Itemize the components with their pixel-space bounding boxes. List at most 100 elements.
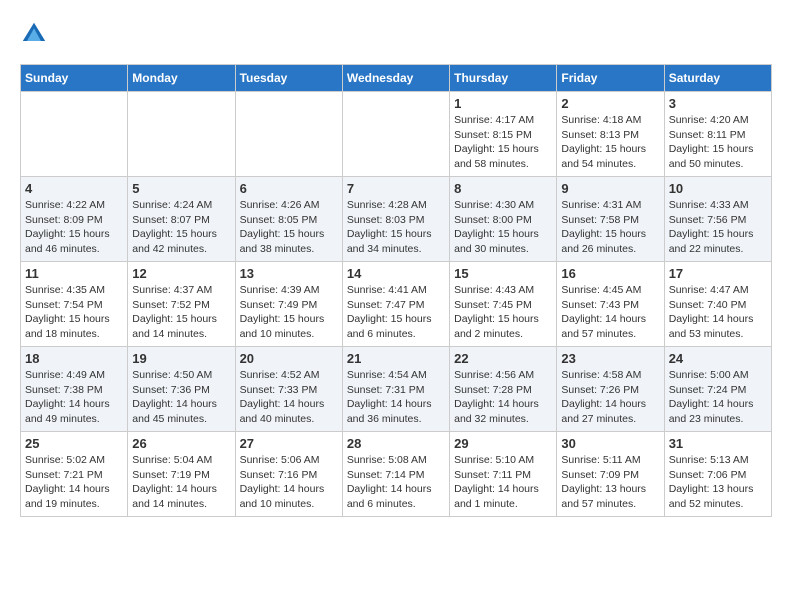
day-number: 23: [561, 351, 659, 366]
day-number: 10: [669, 181, 767, 196]
day-info: Sunrise: 5:11 AM Sunset: 7:09 PM Dayligh…: [561, 453, 659, 512]
calendar-cell: 18Sunrise: 4:49 AM Sunset: 7:38 PM Dayli…: [21, 347, 128, 432]
day-number: 22: [454, 351, 552, 366]
calendar-cell: 21 Sunrise: 4:54 AM Sunset: 7:31 PM Dayli…: [342, 347, 449, 432]
day-info: Sunrise: 4:52 AM Sunset: 7:33 PM Dayligh…: [240, 368, 338, 427]
weekday-header-monday: Monday: [128, 65, 235, 92]
calendar-cell: 29 Sunrise: 5:10 AM Sunset: 7:11 PM Dayli…: [450, 432, 557, 517]
day-number: 3: [669, 96, 767, 111]
day-info: Sunrise: 4:17 AM Sunset: 8:15 PM Dayligh…: [454, 113, 552, 172]
calendar-cell: 6 Sunrise: 4:26 AM Sunset: 8:05 PM Daylig…: [235, 177, 342, 262]
calendar-cell: 5Sunrise: 4:24 AM Sunset: 8:07 PM Daylig…: [128, 177, 235, 262]
day-number: 26: [132, 436, 230, 451]
calendar-cell: 4 Sunrise: 4:22 AM Sunset: 8:09 PM Daylig…: [21, 177, 128, 262]
day-info: Sunrise: 4:20 AM Sunset: 8:11 PM Dayligh…: [669, 113, 767, 172]
weekday-header-wednesday: Wednesday: [342, 65, 449, 92]
day-info: Sunrise: 4:35 AM Sunset: 7:54 PM Dayligh…: [25, 283, 123, 342]
day-info: Sunrise: 5:00 AM Sunset: 7:24 PM Dayligh…: [669, 368, 767, 427]
day-info: Sunrise: 5:13 AM Sunset: 7:06 PM Dayligh…: [669, 453, 767, 512]
page-header: [20, 20, 772, 48]
day-info: Sunrise: 4:43 AM Sunset: 7:45 PM Dayligh…: [454, 283, 552, 342]
day-number: 28: [347, 436, 445, 451]
calendar-cell: 14 Sunrise: 4:41 AM Sunset: 7:47 PM Dayli…: [342, 262, 449, 347]
day-number: 21: [347, 351, 445, 366]
day-info: Sunrise: 5:10 AM Sunset: 7:11 PM Dayligh…: [454, 453, 552, 512]
calendar-cell: 17Sunrise: 4:47 AM Sunset: 7:40 PM Dayli…: [664, 262, 771, 347]
calendar-cell: 28 Sunrise: 5:08 AM Sunset: 7:14 PM Dayli…: [342, 432, 449, 517]
calendar-week-1: 1 Sunrise: 4:17 AM Sunset: 8:15 PM Daylig…: [21, 92, 772, 177]
day-info: Sunrise: 4:56 AM Sunset: 7:28 PM Dayligh…: [454, 368, 552, 427]
day-number: 4: [25, 181, 123, 196]
calendar-cell: 2 Sunrise: 4:18 AM Sunset: 8:13 PM Daylig…: [557, 92, 664, 177]
day-info: Sunrise: 4:45 AM Sunset: 7:43 PM Dayligh…: [561, 283, 659, 342]
day-number: 12: [132, 266, 230, 281]
weekday-header-row: SundayMondayTuesdayWednesdayThursdayFrid…: [21, 65, 772, 92]
calendar-cell: [342, 92, 449, 177]
day-number: 15: [454, 266, 552, 281]
day-number: 29: [454, 436, 552, 451]
day-info: Sunrise: 4:18 AM Sunset: 8:13 PM Dayligh…: [561, 113, 659, 172]
logo: [20, 20, 52, 48]
day-number: 14: [347, 266, 445, 281]
day-info: Sunrise: 5:06 AM Sunset: 7:16 PM Dayligh…: [240, 453, 338, 512]
day-number: 27: [240, 436, 338, 451]
day-number: 8: [454, 181, 552, 196]
calendar-cell: [128, 92, 235, 177]
calendar-cell: 16 Sunrise: 4:45 AM Sunset: 7:43 PM Dayli…: [557, 262, 664, 347]
calendar-cell: 7Sunrise: 4:28 AM Sunset: 8:03 PM Daylig…: [342, 177, 449, 262]
day-number: 2: [561, 96, 659, 111]
day-info: Sunrise: 4:39 AM Sunset: 7:49 PM Dayligh…: [240, 283, 338, 342]
day-number: 20: [240, 351, 338, 366]
calendar-cell: 1 Sunrise: 4:17 AM Sunset: 8:15 PM Daylig…: [450, 92, 557, 177]
calendar-cell: 11 Sunrise: 4:35 AM Sunset: 7:54 PM Dayli…: [21, 262, 128, 347]
day-info: Sunrise: 4:41 AM Sunset: 7:47 PM Dayligh…: [347, 283, 445, 342]
calendar-cell: 31 Sunrise: 5:13 AM Sunset: 7:06 PM Dayli…: [664, 432, 771, 517]
day-info: Sunrise: 4:54 AM Sunset: 7:31 PM Dayligh…: [347, 368, 445, 427]
day-info: Sunrise: 5:02 AM Sunset: 7:21 PM Dayligh…: [25, 453, 123, 512]
calendar-week-2: 4 Sunrise: 4:22 AM Sunset: 8:09 PM Daylig…: [21, 177, 772, 262]
weekday-header-friday: Friday: [557, 65, 664, 92]
calendar-week-4: 18Sunrise: 4:49 AM Sunset: 7:38 PM Dayli…: [21, 347, 772, 432]
calendar-cell: 3 Sunrise: 4:20 AM Sunset: 8:11 PM Daylig…: [664, 92, 771, 177]
day-number: 11: [25, 266, 123, 281]
calendar-cell: 27 Sunrise: 5:06 AM Sunset: 7:16 PM Dayli…: [235, 432, 342, 517]
calendar-cell: 30 Sunrise: 5:11 AM Sunset: 7:09 PM Dayli…: [557, 432, 664, 517]
day-number: 6: [240, 181, 338, 196]
day-number: 30: [561, 436, 659, 451]
day-number: 17: [669, 266, 767, 281]
day-info: Sunrise: 4:33 AM Sunset: 7:56 PM Dayligh…: [669, 198, 767, 257]
day-info: Sunrise: 4:31 AM Sunset: 7:58 PM Dayligh…: [561, 198, 659, 257]
calendar-header: SundayMondayTuesdayWednesdayThursdayFrid…: [21, 65, 772, 92]
calendar-cell: 8 Sunrise: 4:30 AM Sunset: 8:00 PM Daylig…: [450, 177, 557, 262]
calendar-table: SundayMondayTuesdayWednesdayThursdayFrid…: [20, 64, 772, 517]
day-info: Sunrise: 4:30 AM Sunset: 8:00 PM Dayligh…: [454, 198, 552, 257]
day-info: Sunrise: 4:37 AM Sunset: 7:52 PM Dayligh…: [132, 283, 230, 342]
day-number: 13: [240, 266, 338, 281]
day-info: Sunrise: 4:22 AM Sunset: 8:09 PM Dayligh…: [25, 198, 123, 257]
day-info: Sunrise: 4:58 AM Sunset: 7:26 PM Dayligh…: [561, 368, 659, 427]
day-number: 24: [669, 351, 767, 366]
day-info: Sunrise: 5:08 AM Sunset: 7:14 PM Dayligh…: [347, 453, 445, 512]
calendar-cell: 15 Sunrise: 4:43 AM Sunset: 7:45 PM Dayli…: [450, 262, 557, 347]
weekday-header-sunday: Sunday: [21, 65, 128, 92]
calendar-body: 1 Sunrise: 4:17 AM Sunset: 8:15 PM Daylig…: [21, 92, 772, 517]
day-number: 5: [132, 181, 230, 196]
calendar-cell: 19Sunrise: 4:50 AM Sunset: 7:36 PM Dayli…: [128, 347, 235, 432]
day-number: 18: [25, 351, 123, 366]
calendar-cell: 9 Sunrise: 4:31 AM Sunset: 7:58 PM Daylig…: [557, 177, 664, 262]
weekday-header-saturday: Saturday: [664, 65, 771, 92]
calendar-cell: 10 Sunrise: 4:33 AM Sunset: 7:56 PM Dayli…: [664, 177, 771, 262]
day-number: 16: [561, 266, 659, 281]
calendar-week-3: 11 Sunrise: 4:35 AM Sunset: 7:54 PM Dayli…: [21, 262, 772, 347]
day-number: 9: [561, 181, 659, 196]
day-number: 25: [25, 436, 123, 451]
calendar-cell: [21, 92, 128, 177]
day-number: 31: [669, 436, 767, 451]
calendar-cell: 24 Sunrise: 5:00 AM Sunset: 7:24 PM Dayli…: [664, 347, 771, 432]
day-info: Sunrise: 4:26 AM Sunset: 8:05 PM Dayligh…: [240, 198, 338, 257]
day-info: Sunrise: 4:28 AM Sunset: 8:03 PM Dayligh…: [347, 198, 445, 257]
calendar-cell: 20 Sunrise: 4:52 AM Sunset: 7:33 PM Dayli…: [235, 347, 342, 432]
day-info: Sunrise: 5:04 AM Sunset: 7:19 PM Dayligh…: [132, 453, 230, 512]
day-number: 1: [454, 96, 552, 111]
calendar-cell: 12 Sunrise: 4:37 AM Sunset: 7:52 PM Dayli…: [128, 262, 235, 347]
